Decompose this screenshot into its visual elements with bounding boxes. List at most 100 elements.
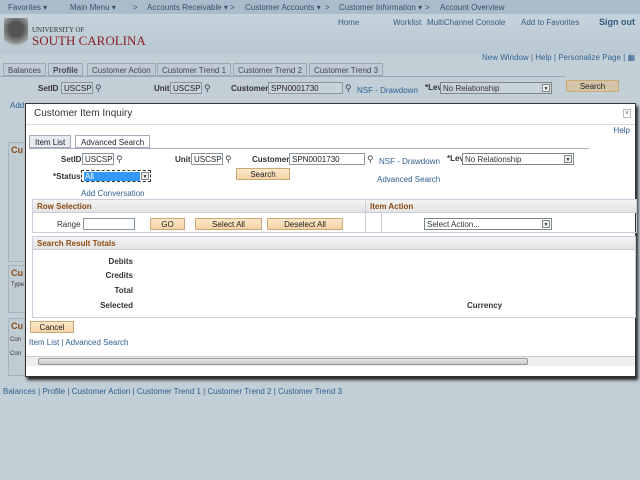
bg-customer-name: NSF - Drawdown bbox=[357, 86, 418, 95]
bg-setid-label: SetID bbox=[38, 84, 59, 93]
go-button[interactable]: GO bbox=[150, 218, 185, 230]
bottom-link-customer-trend-1[interactable]: Customer Trend 1 bbox=[137, 387, 201, 396]
nav-customer-information[interactable]: Customer Information ▾ bbox=[339, 3, 422, 12]
range-input[interactable] bbox=[83, 218, 135, 230]
customer-item-inquiry-modal: Customer Item Inquiry × Help Item List A… bbox=[25, 103, 637, 377]
add-to-favorites-link[interactable]: Add to Favorites bbox=[521, 18, 579, 27]
chevron-down-icon: ▼ bbox=[542, 84, 550, 92]
help-link[interactable]: Help bbox=[535, 53, 551, 62]
item-action-title: Item Action bbox=[366, 200, 636, 213]
debits-label: Debits bbox=[108, 257, 133, 266]
tab-customer-trend-1[interactable]: Customer Trend 1 bbox=[157, 63, 232, 76]
horizontal-scrollbar[interactable] bbox=[26, 356, 635, 366]
bottom-link-customer-trend-2[interactable]: Customer Trend 2 bbox=[207, 387, 271, 396]
nav-account-overview[interactable]: Account Overview bbox=[440, 3, 504, 12]
search-button[interactable]: Search bbox=[236, 168, 290, 180]
customer-name: NSF - Drawdown bbox=[379, 157, 440, 166]
bg-level-select[interactable]: No Relationship ▼ bbox=[440, 82, 552, 94]
customer-label: Customer bbox=[252, 155, 290, 164]
setid-label: SetID bbox=[61, 155, 82, 164]
bottom-links: Balances | Profile | Customer Action | C… bbox=[3, 387, 343, 396]
nav-accounts-receivable[interactable]: Accounts Receivable ▾ bbox=[147, 3, 228, 12]
chevron-down-icon: ▼ bbox=[542, 220, 550, 228]
add-conversation-link[interactable]: Add Conversation bbox=[81, 189, 145, 198]
bottom-link-customer-trend-3[interactable]: Customer Trend 3 bbox=[278, 387, 342, 396]
tab-customer-trend-2[interactable]: Customer Trend 2 bbox=[233, 63, 308, 76]
item-list-link[interactable]: Item List bbox=[29, 338, 59, 347]
grid-icon[interactable]: ▦ bbox=[627, 53, 635, 62]
logo-text-bottom: SOUTH CAROLINA bbox=[32, 33, 146, 48]
tab-balances[interactable]: Balances bbox=[3, 63, 46, 76]
bg-customer-input[interactable]: SPN0001730 bbox=[268, 82, 343, 94]
new-window-link[interactable]: New Window bbox=[482, 53, 529, 62]
tab-profile[interactable]: Profile bbox=[48, 63, 83, 76]
lookup-icon[interactable]: ⚲ bbox=[225, 154, 234, 164]
modal-title: Customer Item Inquiry bbox=[34, 108, 133, 119]
title-divider bbox=[26, 124, 635, 125]
tab-customer-trend-3[interactable]: Customer Trend 3 bbox=[309, 63, 384, 76]
lookup-icon[interactable]: ⚲ bbox=[204, 83, 213, 93]
unit-input[interactable]: USCSP bbox=[191, 153, 223, 165]
close-icon[interactable]: × bbox=[623, 109, 631, 118]
bg-customer-label: Customer bbox=[231, 84, 269, 93]
bg-setid-input[interactable]: USCSP bbox=[61, 82, 93, 94]
selected-label: Selected bbox=[100, 301, 133, 310]
top-nav-bar: Favorites ▾ Main Menu ▾ > Accounts Recei… bbox=[0, 0, 640, 14]
totals-title: Search Result Totals bbox=[33, 237, 635, 250]
personalize-page-link[interactable]: Personalize Page bbox=[558, 53, 621, 62]
bg-add-link[interactable]: Add bbox=[10, 101, 24, 110]
advanced-search-footer-link[interactable]: Advanced Search bbox=[65, 338, 128, 347]
search-result-totals-section: Search Result Totals Debits Credits Tota… bbox=[32, 236, 636, 318]
item-action-value: Select Action... bbox=[427, 220, 480, 229]
sign-out-link[interactable]: Sign out bbox=[599, 17, 635, 27]
nav-sep: > bbox=[425, 3, 430, 12]
bg-unit-label: Unit bbox=[154, 84, 170, 93]
modal-footer-links: Item List | Advanced Search bbox=[29, 338, 129, 347]
bottom-link-customer-action[interactable]: Customer Action bbox=[72, 387, 131, 396]
home-link[interactable]: Home bbox=[338, 18, 359, 27]
tab-item-list[interactable]: Item List bbox=[29, 135, 72, 148]
tab-divider bbox=[29, 148, 589, 149]
lookup-icon[interactable]: ⚲ bbox=[116, 154, 125, 164]
unit-label: Unit bbox=[175, 155, 191, 164]
select-all-button[interactable]: Select All bbox=[195, 218, 262, 230]
multichannel-console-link[interactable]: MultiChannel Console bbox=[427, 18, 505, 27]
tab-advanced-search[interactable]: Advanced Search bbox=[75, 135, 151, 148]
nav-customer-accounts[interactable]: Customer Accounts ▾ bbox=[245, 3, 321, 12]
item-action-select[interactable]: Select Action... ▼ bbox=[424, 218, 552, 230]
nav-favorites[interactable]: Favorites ▾ bbox=[8, 3, 47, 12]
tab-customer-action[interactable]: Customer Action bbox=[87, 63, 156, 76]
range-label: Range bbox=[57, 220, 81, 229]
scrollbar-thumb[interactable] bbox=[38, 358, 528, 365]
bottom-link-balances[interactable]: Balances bbox=[3, 387, 36, 396]
chevron-down-icon: ▼ bbox=[564, 155, 572, 163]
total-label: Total bbox=[114, 286, 133, 295]
row-selection-title: Row Selection bbox=[33, 200, 381, 213]
credits-label: Credits bbox=[105, 271, 133, 280]
header: UNIVERSITY OF SOUTH CAROLINA Home Workli… bbox=[0, 14, 640, 54]
nav-sep: > bbox=[325, 3, 330, 12]
bg-search-button[interactable]: Search bbox=[566, 80, 619, 92]
bottom-link-profile[interactable]: Profile bbox=[42, 387, 65, 396]
nav-main-menu[interactable]: Main Menu ▾ bbox=[70, 3, 116, 12]
cancel-button[interactable]: Cancel bbox=[30, 321, 74, 333]
deselect-all-button[interactable]: Deselect All bbox=[267, 218, 343, 230]
status-value: All bbox=[84, 172, 140, 181]
customer-input[interactable]: SPN0001730 bbox=[289, 153, 365, 165]
lookup-icon[interactable]: ⚲ bbox=[95, 83, 104, 93]
row-selection-section: Row Selection Range GO Select All Desele… bbox=[32, 199, 382, 233]
level-select[interactable]: No Relationship ▼ bbox=[462, 153, 574, 165]
tab-divider bbox=[0, 76, 565, 77]
setid-input[interactable]: USCSP bbox=[82, 153, 114, 165]
lookup-icon[interactable]: ⚲ bbox=[345, 83, 354, 93]
lookup-icon[interactable]: ⚲ bbox=[367, 154, 376, 164]
status-select[interactable]: All ▼ bbox=[81, 170, 151, 182]
bg-unit-input[interactable]: USCSP bbox=[170, 82, 202, 94]
bg-level-value: No Relationship bbox=[443, 84, 500, 93]
modal-help-link[interactable]: Help bbox=[614, 126, 630, 135]
advanced-search-link[interactable]: Advanced Search bbox=[377, 175, 440, 184]
nav-sep: > bbox=[230, 3, 235, 12]
worklist-link[interactable]: Worklist bbox=[393, 18, 421, 27]
item-action-section: Item Action Select Action... ▼ bbox=[365, 199, 637, 233]
chevron-down-icon: ▼ bbox=[141, 172, 149, 180]
